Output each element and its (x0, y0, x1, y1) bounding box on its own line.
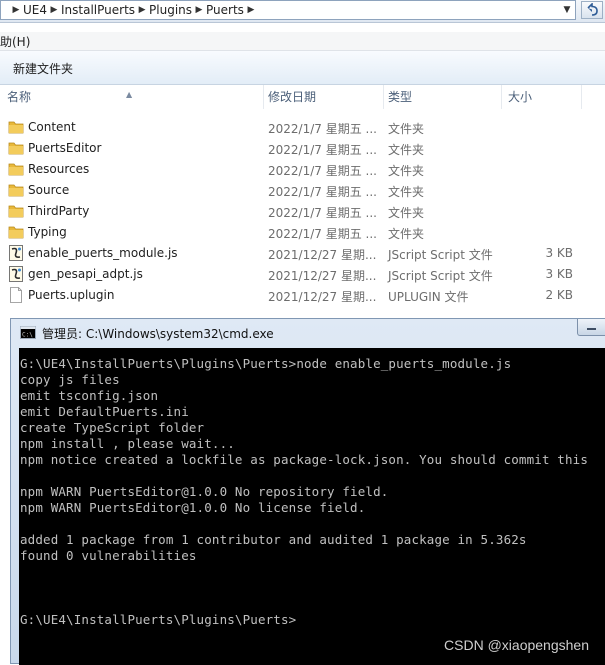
menu-help[interactable]: 助(H) (0, 33, 30, 50)
folder-icon (8, 226, 24, 239)
cmd-titlebar[interactable]: C:\ 管理员: C:\Windows\system32\cmd.exe (11, 319, 605, 347)
command-bar: 新建文件夹 (0, 51, 605, 85)
file-date: 2022/1/7 星期五 ... (268, 164, 377, 178)
file-date: 2021/12/27 星期... (268, 248, 377, 262)
folder-icon (8, 142, 24, 155)
file-name: Resources (28, 162, 90, 176)
file-row-thirdparty[interactable]: ThirdParty 2022/1/7 星期五 ... 文件夹 (0, 201, 605, 222)
jscript-icon (9, 266, 23, 282)
column-header-type-label: 类型 (388, 90, 413, 104)
file-row-source[interactable]: Source 2022/1/7 星期五 ... 文件夹 (0, 180, 605, 201)
refresh-icon (587, 3, 598, 16)
cmd-window: C:\ 管理员: C:\Windows\system32\cmd.exe G:\… (10, 318, 605, 665)
cmd-app-icon: C:\ (20, 326, 36, 339)
file-name: Source (28, 183, 70, 197)
column-header-size[interactable]: 大小 (502, 85, 582, 109)
file-name: Content (28, 120, 76, 134)
address-dropdown-icon[interactable]: ▼ (559, 1, 575, 19)
file-date: 2022/1/7 星期五 ... (268, 122, 377, 136)
address-bar: ▶ UE4 ▶ InstallPuerts ▶ Plugins ▶ Puerts… (0, 0, 605, 23)
console-line: emit tsconfig.json (20, 388, 159, 403)
breadcrumb-separator-icon[interactable]: ▶ (244, 5, 258, 15)
folder-icon (8, 184, 24, 197)
console-line: create TypeScript folder (20, 420, 205, 435)
minimize-button[interactable] (577, 319, 605, 336)
folder-icon (8, 163, 24, 176)
file-date: 2021/12/27 星期... (268, 269, 377, 283)
file-type: JScript Script 文件 (388, 248, 493, 262)
file-icon (10, 287, 22, 303)
breadcrumb-item-plugins[interactable]: Plugins (149, 3, 192, 17)
breadcrumb-separator-icon[interactable]: ▶ (192, 5, 206, 15)
breadcrumb-item-puerts[interactable]: Puerts (206, 3, 244, 17)
breadcrumb: ▶ UE4 ▶ InstallPuerts ▶ Plugins ▶ Puerts… (1, 3, 258, 17)
console-line: npm WARN PuertsEditor@1.0.0 No license f… (20, 500, 366, 515)
column-header-date[interactable]: 修改日期 (264, 85, 384, 109)
refresh-button[interactable] (581, 1, 603, 19)
file-name: ThirdParty (28, 204, 90, 218)
file-size: 3 KB (545, 267, 573, 281)
file-date: 2022/1/7 星期五 ... (268, 185, 377, 199)
file-size: 2 KB (545, 288, 573, 302)
file-type: 文件夹 (388, 143, 425, 157)
file-row-typing[interactable]: Typing 2022/1/7 星期五 ... 文件夹 (0, 222, 605, 243)
folder-icon (8, 121, 24, 134)
file-name: enable_puerts_module.js (28, 246, 178, 260)
file-type: 文件夹 (388, 206, 425, 220)
file-type: 文件夹 (388, 122, 425, 136)
file-row-puerts-uplugin[interactable]: Puerts.uplugin 2021/12/27 星期... UPLUGIN … (0, 285, 605, 306)
console-line: emit DefaultPuerts.ini (20, 404, 189, 419)
breadcrumb-item-ue4[interactable]: UE4 (23, 3, 47, 17)
console-line: npm notice created a lockfile as package… (20, 452, 588, 467)
file-row-puertseditor[interactable]: PuertsEditor 2022/1/7 星期五 ... 文件夹 (0, 138, 605, 159)
column-header-name-label: 名称 (7, 90, 32, 104)
file-row-resources[interactable]: Resources 2022/1/7 星期五 ... 文件夹 (0, 159, 605, 180)
file-name: gen_pesapi_adpt.js (28, 267, 143, 281)
file-type: UPLUGIN 文件 (388, 290, 469, 304)
file-type: 文件夹 (388, 164, 425, 178)
console-text: G:\UE4\InstallPuerts\Plugins\Puerts>node… (19, 348, 605, 628)
console-line: found 0 vulnerabilities (20, 548, 197, 563)
file-date: 2022/1/7 星期五 ... (268, 143, 377, 157)
file-name: PuertsEditor (28, 141, 102, 155)
cmd-window-title: 管理员: C:\Windows\system32\cmd.exe (42, 327, 274, 341)
menu-bar: 助(H) (0, 32, 605, 51)
file-row-enable-puerts-module[interactable]: enable_puerts_module.js 2021/12/27 星期...… (0, 243, 605, 264)
breadcrumb-separator-icon[interactable]: ▶ (47, 5, 61, 15)
jscript-icon (9, 245, 23, 261)
sort-ascending-icon: ▲ (126, 90, 133, 99)
file-date: 2021/12/27 星期... (268, 290, 377, 304)
column-header-name[interactable]: 名称 ▲ (0, 85, 264, 109)
svg-text:C:\: C:\ (22, 332, 33, 339)
console-output[interactable]: G:\UE4\InstallPuerts\Plugins\Puerts>node… (19, 348, 605, 665)
console-line: npm install , please wait... (20, 436, 235, 451)
address-field[interactable]: ▶ UE4 ▶ InstallPuerts ▶ Plugins ▶ Puerts… (0, 0, 576, 20)
file-type: JScript Script 文件 (388, 269, 493, 283)
console-line: G:\UE4\InstallPuerts\Plugins\Puerts> (20, 612, 297, 627)
column-header-size-label: 大小 (508, 90, 533, 104)
file-row-content[interactable]: Content 2022/1/7 星期五 ... 文件夹 (0, 117, 605, 138)
breadcrumb-item-installpuerts[interactable]: InstallPuerts (61, 3, 135, 17)
console-line: npm WARN PuertsEditor@1.0.0 No repositor… (20, 484, 389, 499)
column-header-date-label: 修改日期 (268, 90, 317, 104)
new-folder-button[interactable]: 新建文件夹 (13, 60, 73, 77)
file-name: Puerts.uplugin (28, 288, 115, 302)
file-date: 2022/1/7 星期五 ... (268, 206, 377, 220)
file-list-header: 名称 ▲ 修改日期 类型 大小 (0, 85, 605, 109)
console-line: added 1 package from 1 contributor and a… (20, 532, 527, 547)
column-header-type[interactable]: 类型 (384, 85, 502, 109)
breadcrumb-separator-icon[interactable]: ▶ (135, 5, 149, 15)
file-name: Typing (28, 225, 67, 239)
console-line: G:\UE4\InstallPuerts\Plugins\Puerts>node… (20, 356, 512, 371)
watermark: CSDN @xiaopengshen (444, 637, 589, 653)
breadcrumb-separator-icon[interactable]: ▶ (9, 5, 23, 15)
file-type: 文件夹 (388, 227, 425, 241)
folder-icon (8, 205, 24, 218)
file-date: 2022/1/7 星期五 ... (268, 227, 377, 241)
console-line: copy js files (20, 372, 120, 387)
file-type: 文件夹 (388, 185, 425, 199)
file-row-gen-pesapi-adpt[interactable]: gen_pesapi_adpt.js 2021/12/27 星期... JScr… (0, 264, 605, 285)
file-size: 3 KB (545, 246, 573, 260)
file-list: Content 2022/1/7 星期五 ... 文件夹 PuertsEdito… (0, 117, 605, 306)
